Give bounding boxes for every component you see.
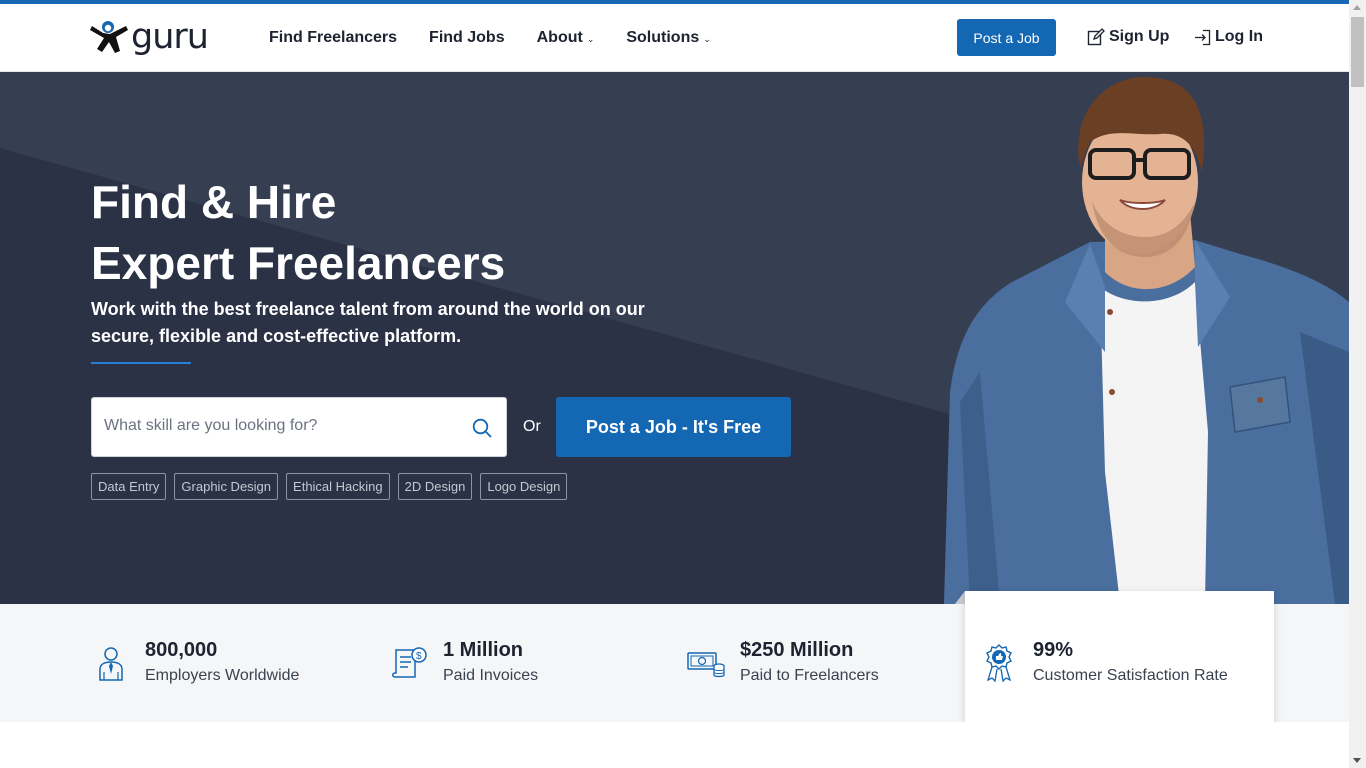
stat-number: 99%	[1033, 638, 1074, 661]
nav-solutions[interactable]: Solutions ⌄	[626, 27, 710, 49]
guru-logo-icon	[90, 21, 128, 53]
employer-icon	[99, 647, 123, 681]
post-job-free-button[interactable]: Post a Job - It's Free	[556, 397, 791, 457]
hero-title-line2: Expert Freelancers	[91, 237, 506, 289]
skill-chip-ethical-hacking[interactable]: Ethical Hacking	[286, 473, 390, 500]
or-label: Or	[523, 418, 541, 435]
popular-skills: Data Entry Graphic Design Ethical Hackin…	[91, 473, 568, 500]
sign-up-link[interactable]: Sign Up	[1087, 27, 1169, 47]
login-icon	[1195, 29, 1211, 45]
page-content-below	[0, 722, 1349, 768]
stat-paid: $250 Million Paid to Freelancers	[684, 604, 879, 722]
stat-label: Paid to Freelancers	[740, 667, 879, 684]
stat-employers: 800,000 Employers Worldwide	[89, 604, 299, 722]
stat-label: Employers Worldwide	[145, 667, 300, 684]
skill-search-box	[91, 397, 507, 457]
search-icon[interactable]	[472, 418, 492, 438]
nav-find-freelancers[interactable]: Find Freelancers	[269, 27, 397, 49]
stat-label: Paid Invoices	[443, 667, 539, 684]
card-fold-top	[955, 591, 965, 604]
page-scrollbar[interactable]	[1349, 0, 1366, 768]
guru-logo[interactable]: guru	[90, 17, 209, 57]
money-icon	[687, 652, 725, 678]
svg-text:$: $	[416, 651, 422, 662]
stat-invoices: $ 1 Million Paid Invoices	[387, 604, 538, 722]
award-icon	[986, 643, 1012, 682]
nav-find-jobs[interactable]: Find Jobs	[429, 27, 505, 49]
stat-label: Customer Satisfaction Rate	[1033, 666, 1228, 684]
main-nav: Find Freelancers Find Jobs About ⌄ Soluti…	[269, 27, 711, 49]
chevron-down-icon: ⌄	[586, 34, 595, 44]
post-job-header-button[interactable]: Post a Job	[957, 19, 1056, 56]
hero-title: Find & Hire Expert Freelancers	[91, 172, 505, 294]
skill-chip-logo-design[interactable]: Logo Design	[480, 473, 568, 500]
chevron-down-icon: ⌄	[703, 34, 711, 44]
stat-number: $250 Million	[740, 639, 854, 661]
skill-chip-graphic-design[interactable]: Graphic Design	[174, 473, 279, 500]
logo-text: guru	[131, 17, 209, 57]
nav-label: Find Freelancers	[269, 29, 398, 46]
hero-person-image	[944, 77, 1349, 604]
log-in-link[interactable]: Log In	[1194, 27, 1263, 47]
scrollbar-thumb[interactable]	[1351, 17, 1364, 87]
nav-label: About	[536, 29, 583, 46]
nav-label: Find Jobs	[429, 29, 505, 46]
edit-icon	[1087, 28, 1105, 46]
invoice-icon: $	[392, 647, 427, 678]
stat-satisfaction-card: 99% Customer Satisfaction Rate	[965, 591, 1274, 734]
scroll-up-icon[interactable]	[1353, 5, 1361, 10]
hero-subtitle: Work with the best freelance talent from…	[91, 299, 645, 346]
stat-number: 1 Million	[443, 639, 523, 661]
nav-label: Solutions	[626, 29, 700, 46]
skill-search-input[interactable]	[104, 417, 454, 435]
site-header: guru Find Freelancers Find Jobs About ⌄ S…	[0, 4, 1349, 72]
skill-chip-2d-design[interactable]: 2D Design	[397, 473, 473, 500]
stat-number: 800,000	[145, 639, 218, 661]
skill-chip-data-entry[interactable]: Data Entry	[91, 473, 167, 500]
sign-up-label: Sign Up	[1109, 28, 1170, 45]
scroll-down-icon[interactable]	[1353, 758, 1361, 763]
nav-about[interactable]: About ⌄	[537, 27, 595, 49]
log-in-label: Log In	[1215, 28, 1263, 45]
hero-title-line1: Find & Hire	[91, 176, 337, 228]
hero-section: Find & Hire Expert Freelancers Work with…	[0, 72, 1349, 604]
hero-divider	[91, 362, 191, 364]
